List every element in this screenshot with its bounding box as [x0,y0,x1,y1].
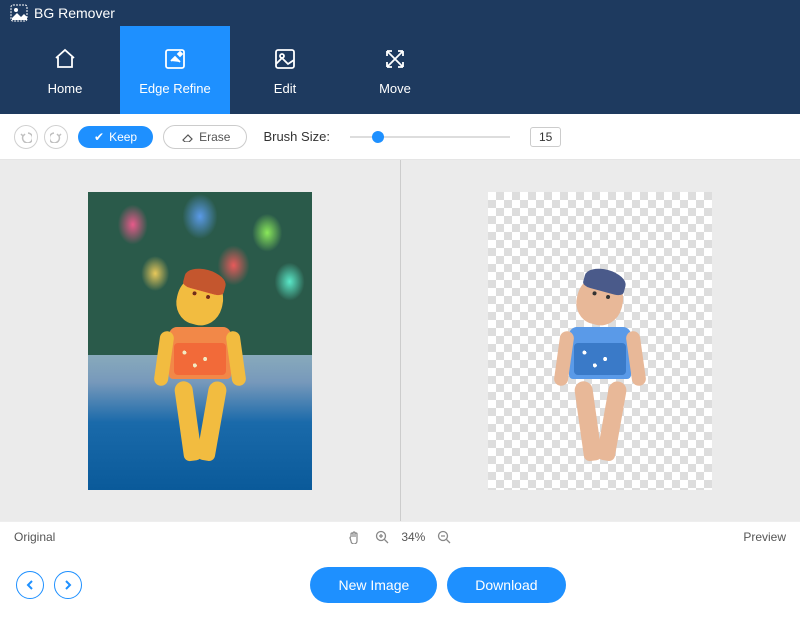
footer: New Image Download [0,551,800,619]
app-header: BG Remover [0,0,800,26]
app-title: BG Remover [34,5,115,21]
edit-icon [271,45,299,73]
home-icon [51,45,79,73]
zoom-in-button[interactable] [373,528,391,546]
keep-button[interactable]: ✔ Keep [78,126,153,148]
original-canvas [88,192,312,490]
zoom-level: 34% [401,530,425,544]
brush-slider-wrap [350,136,510,138]
app-logo-icon [10,4,28,22]
tab-move-label: Move [379,81,411,96]
erase-button[interactable]: Erase [163,125,247,149]
erase-label: Erase [199,130,230,144]
preview-pane[interactable] [401,160,800,521]
preview-label: Preview [743,530,786,544]
zoom-out-button[interactable] [435,528,453,546]
keep-label: Keep [109,130,137,144]
tab-home[interactable]: Home [10,26,120,114]
main-tabs: Home Edge Refine Edit Move [0,26,800,114]
tab-edge-refine-label: Edge Refine [139,81,211,96]
original-label: Original [14,530,55,544]
undo-button[interactable] [14,125,38,149]
status-bar: Original 34% Preview [0,521,800,551]
tab-edit-label: Edit [274,81,296,96]
undo-redo-group [14,125,68,149]
move-icon [381,45,409,73]
tab-edge-refine[interactable]: Edge Refine [120,26,230,114]
toolbar: ✔ Keep Erase Brush Size: 15 [0,114,800,160]
tab-edit[interactable]: Edit [230,26,340,114]
new-image-button[interactable]: New Image [310,567,437,603]
subject-cutout [535,275,665,475]
next-button[interactable] [54,571,82,599]
workspace [0,160,800,521]
redo-button[interactable] [44,125,68,149]
subject-mask-overlay [135,275,265,475]
keep-check-icon: ✔ [94,130,104,144]
brush-size-label: Brush Size: [263,129,329,144]
pan-hand-icon[interactable] [345,528,363,546]
brush-size-value: 15 [530,127,561,147]
tab-move[interactable]: Move [340,26,450,114]
preview-canvas [488,192,712,490]
brush-size-slider[interactable] [350,136,510,138]
edge-refine-icon [161,45,189,73]
zoom-controls: 34% [345,528,453,546]
original-pane[interactable] [0,160,401,521]
eraser-icon [180,132,194,142]
tab-home-label: Home [48,81,83,96]
download-button[interactable]: Download [447,567,565,603]
prev-button[interactable] [16,571,44,599]
